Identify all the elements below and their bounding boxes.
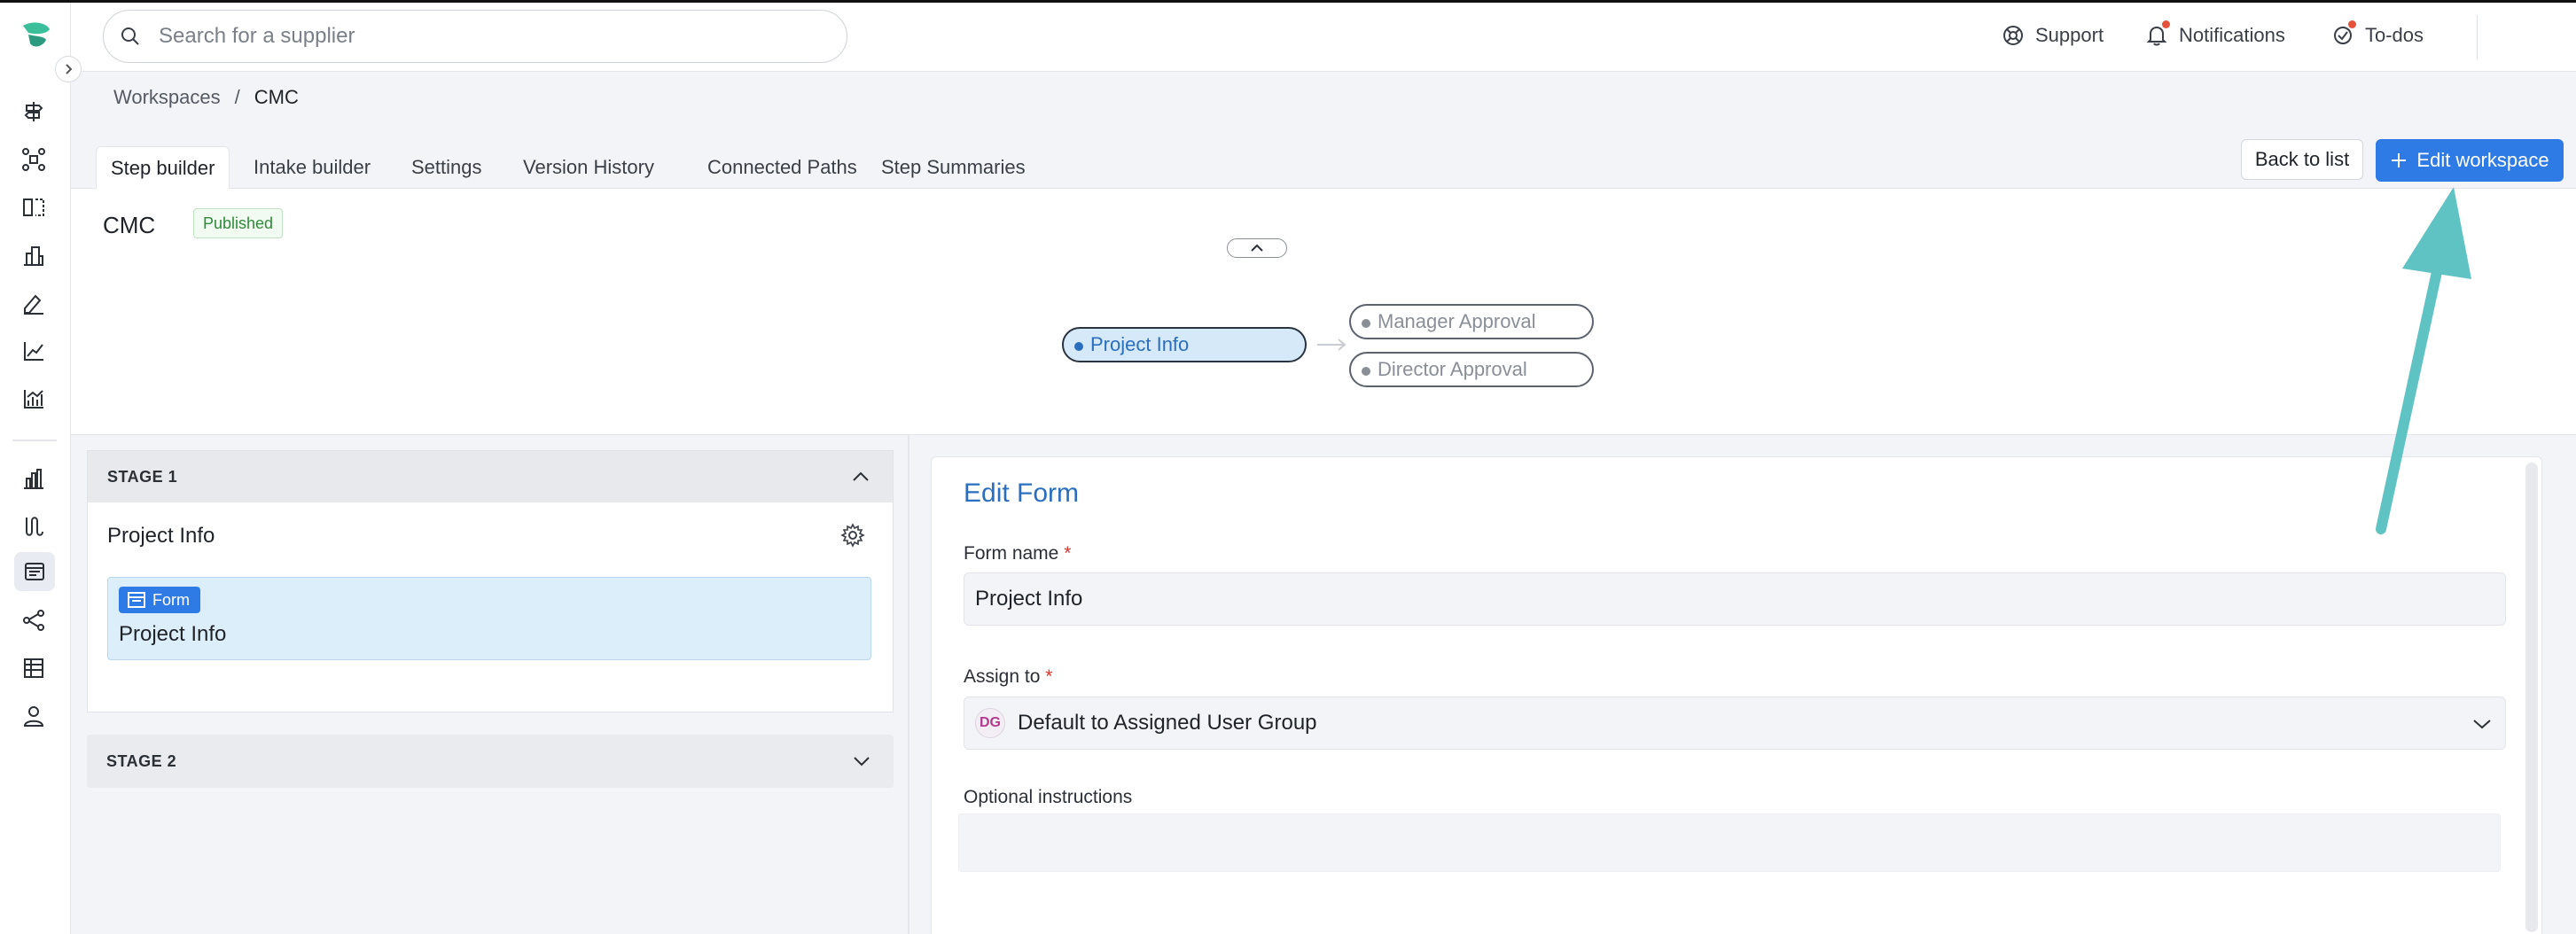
status-badge: Published: [193, 208, 284, 238]
flow-node-label: Project Info: [1090, 333, 1190, 355]
scrollbar[interactable]: [2525, 463, 2538, 932]
breadcrumb-workspaces-link[interactable]: Workspaces: [113, 86, 221, 109]
tab-intake-builder[interactable]: Intake builder: [239, 146, 385, 189]
nav-network-icon[interactable]: [19, 144, 49, 175]
tab-settings[interactable]: Settings: [397, 146, 496, 189]
stage-1-label: STAGE 1: [107, 467, 178, 486]
nav-table-icon[interactable]: [19, 653, 49, 683]
flow-canvas: CMC Published Project Info Manager Appro…: [71, 189, 2576, 435]
group-avatar: DG: [975, 708, 1005, 738]
nav-analytics-icon[interactable]: [19, 384, 49, 414]
instructions-textarea[interactable]: [958, 813, 2501, 872]
nav-bar-chart-icon[interactable]: [19, 463, 49, 494]
notifications-link[interactable]: Notifications: [2143, 20, 2285, 49]
bell-icon: [2143, 20, 2170, 49]
step-title: Project Info: [107, 524, 215, 548]
breadcrumb: Workspaces / CMC: [113, 86, 299, 109]
assign-to-label: Assign to *: [964, 666, 1053, 687]
todos-label: To-dos: [2365, 24, 2424, 46]
nav-workspaces-icon[interactable]: [14, 552, 55, 591]
support-label: Support: [2035, 24, 2104, 46]
notification-dot: [2162, 20, 2170, 28]
form-tag: Form: [119, 587, 200, 613]
stage-1: STAGE 1 Project Info Form Project Info: [87, 450, 894, 712]
notifications-label: Notifications: [2179, 24, 2285, 46]
node-dot: [1362, 319, 1370, 328]
rail-divider: [12, 440, 57, 441]
tab-connected-paths[interactable]: Connected Paths: [693, 146, 871, 189]
breadcrumb-current: CMC: [254, 86, 299, 108]
edit-workspace-button[interactable]: Edit workspace: [2376, 139, 2564, 182]
breadcrumb-separator: /: [234, 86, 240, 108]
instructions-label: Optional instructions: [964, 787, 1133, 807]
nav-signpost-icon[interactable]: [19, 97, 49, 127]
gear-icon[interactable]: [839, 522, 866, 549]
stage-1-header[interactable]: STAGE 1: [88, 451, 893, 502]
annotation-arrow: [2376, 187, 2471, 534]
flow-node-label: Manager Approval: [1378, 310, 1536, 332]
stage-2-header[interactable]: STAGE 2: [87, 735, 894, 788]
form-card-title: Project Info: [119, 622, 227, 646]
support-icon: [2000, 22, 2026, 49]
nav-compare-icon[interactable]: [19, 192, 49, 222]
nav-line-chart-icon[interactable]: [19, 336, 49, 366]
flow-node-label: Director Approval: [1378, 358, 1527, 380]
expand-sidebar-button[interactable]: [55, 56, 82, 82]
assign-to-value: Default to Assigned User Group: [1018, 711, 1317, 735]
workspace-tabs: Step builder Intake builder Settings Ver…: [71, 136, 2576, 189]
nav-share-icon[interactable]: [19, 605, 49, 635]
search-placeholder: Search for a supplier: [159, 24, 355, 48]
edit-workspace-label: Edit workspace: [2416, 149, 2549, 171]
tab-version-history[interactable]: Version History: [509, 146, 668, 189]
stage-2-label: STAGE 2: [106, 751, 177, 770]
nav-user-icon[interactable]: [19, 701, 49, 731]
chevron-up-icon: [853, 471, 869, 481]
app-logo-icon[interactable]: [20, 20, 53, 52]
nav-sign-icon[interactable]: [19, 288, 49, 318]
back-to-list-button[interactable]: Back to list: [2241, 139, 2363, 180]
workspace-title: CMC: [103, 212, 156, 238]
flow-node-director-approval[interactable]: Director Approval: [1349, 352, 1594, 387]
todos-link[interactable]: To-dos: [2330, 20, 2424, 49]
tab-step-summaries[interactable]: Step Summaries: [867, 146, 1040, 189]
todo-dot: [2348, 20, 2356, 28]
flow-node-manager-approval[interactable]: Manager Approval: [1349, 304, 1594, 339]
edit-form-title: Edit Form: [964, 479, 1080, 508]
chevron-up-icon: [1251, 244, 1263, 252]
nav-workflow-icon[interactable]: [19, 511, 49, 541]
form-name-input[interactable]: Project Info: [964, 572, 2506, 626]
tab-step-builder[interactable]: Step builder: [96, 146, 230, 189]
chevron-right-icon: [66, 64, 73, 74]
nav-buildings-icon[interactable]: [19, 240, 49, 270]
chevron-down-icon: [2473, 720, 2491, 729]
form-tag-label: Form: [152, 590, 190, 609]
form-icon: [128, 592, 145, 608]
node-dot: [1362, 367, 1370, 376]
top-bar: Search for a supplier Support Notificati…: [71, 3, 2576, 72]
left-rail: [0, 3, 82, 934]
assign-to-select[interactable]: DG Default to Assigned User Group: [964, 697, 2506, 750]
collapse-canvas-button[interactable]: [1227, 238, 1287, 258]
node-dot: [1074, 342, 1083, 351]
flow-node-project-info[interactable]: Project Info: [1062, 327, 1307, 362]
plus-icon: [2392, 153, 2407, 167]
topbar-divider: [2477, 15, 2478, 59]
form-name-label: Form name *: [964, 543, 1072, 564]
support-link[interactable]: Support: [2000, 22, 2104, 49]
search-icon: [120, 24, 144, 49]
supplier-search-input[interactable]: Search for a supplier: [103, 10, 847, 63]
form-step-card[interactable]: Form Project Info: [107, 577, 871, 660]
check-circle-icon: [2330, 20, 2356, 49]
chevron-down-icon: [854, 757, 870, 767]
flow-arrow-icon: [1317, 339, 1347, 351]
edit-form-panel: Edit Form Form name * Project Info Assig…: [931, 456, 2542, 934]
panel-divider[interactable]: [908, 435, 909, 934]
